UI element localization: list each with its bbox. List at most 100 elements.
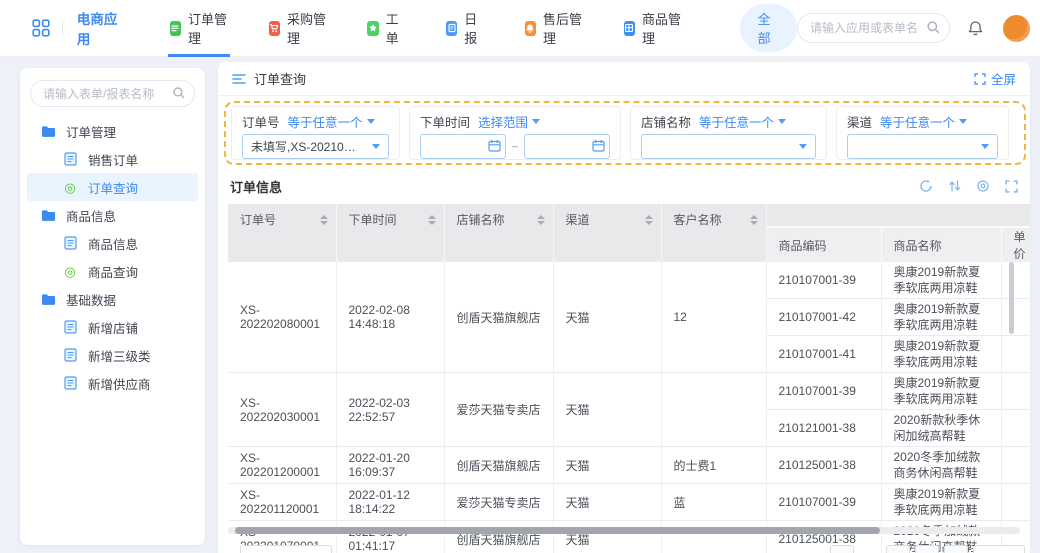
sidebar-item-goods-query[interactable]: ◎ 商品查询 bbox=[20, 257, 205, 285]
tab-work-order[interactable]: 工单 bbox=[365, 0, 407, 57]
aftersale-tab-icon bbox=[525, 21, 536, 36]
menu-lines-icon[interactable] bbox=[232, 73, 246, 85]
column-header-product-code[interactable]: 商品编码 bbox=[766, 227, 881, 262]
filter-zone: 订单号 等于任意一个 未填写,XS-20210107000... 下单时间 选择… bbox=[224, 101, 1026, 165]
notification-bell-icon[interactable] bbox=[967, 20, 984, 37]
sidebar-search bbox=[30, 80, 195, 107]
column-header-unit-price[interactable]: 单价 bbox=[1001, 227, 1030, 262]
order-table: 订单号 下单时间 店铺名称 渠道 客户名称 商品编码 商品名称 bbox=[228, 204, 1030, 553]
column-header-customer[interactable]: 客户名称 bbox=[661, 204, 766, 262]
search-icon[interactable] bbox=[172, 86, 186, 105]
sidebar-item-new-store[interactable]: 新增店铺 bbox=[20, 313, 205, 341]
sort-toggle-icon[interactable] bbox=[750, 215, 758, 225]
channel-select[interactable] bbox=[847, 134, 998, 159]
filter-channel: 渠道 等于任意一个 bbox=[836, 106, 1009, 160]
sidebar-item-new-category[interactable]: 新增三级类 bbox=[20, 341, 205, 369]
main-panel: 订单查询 全屏 订单号 等于任意一个 未填写,XS-20210107000... bbox=[218, 62, 1030, 553]
sort-icon[interactable] bbox=[948, 179, 961, 193]
fullscreen-button[interactable]: 全屏 bbox=[974, 69, 1016, 88]
page-size-select[interactable] bbox=[240, 545, 332, 553]
sort-toggle-icon[interactable] bbox=[645, 215, 653, 225]
query-icon: ◎ bbox=[62, 181, 78, 194]
sidebar-item-order-query[interactable]: ◎ 订单查询 bbox=[27, 173, 198, 201]
sidebar-item-sales-order[interactable]: 销售订单 bbox=[20, 145, 205, 173]
sort-toggle-icon[interactable] bbox=[320, 215, 328, 225]
chevron-down-icon bbox=[778, 119, 786, 124]
sidebar-item-new-supplier[interactable]: 新增供应商 bbox=[20, 369, 205, 397]
table-toolbar: 订单信息 bbox=[230, 174, 1018, 198]
chevron-down-icon bbox=[532, 119, 540, 124]
column-header-channel[interactable]: 渠道 bbox=[553, 204, 661, 262]
calendar-icon[interactable] bbox=[592, 139, 605, 157]
user-avatar[interactable] bbox=[1003, 15, 1030, 42]
date-start-field bbox=[420, 134, 506, 159]
table-row[interactable]: XS-202202080001 2022-02-08 14:48:18 创盾天猫… bbox=[228, 262, 1030, 299]
pagination-button[interactable] bbox=[944, 545, 968, 553]
chevron-down-icon bbox=[367, 119, 375, 124]
chevron-down-icon bbox=[981, 144, 989, 149]
store-name-select[interactable] bbox=[641, 134, 816, 159]
operator-dropdown[interactable]: 等于任意一个 bbox=[699, 112, 786, 131]
folder-icon bbox=[40, 293, 56, 306]
filter-store-name: 店铺名称 等于任意一个 bbox=[630, 106, 827, 160]
workspace-title[interactable]: 电商应用 bbox=[77, 8, 124, 48]
app-grid-icon[interactable] bbox=[32, 19, 50, 37]
tab-daily-report[interactable]: 日报 bbox=[444, 0, 486, 57]
table-row[interactable]: XS-202202030001 2022-02-03 22:52:57 爱莎天猫… bbox=[228, 373, 1030, 410]
form-icon bbox=[62, 348, 78, 362]
sidebar-item-order-management-folder[interactable]: 订单管理 bbox=[20, 117, 205, 145]
refresh-icon[interactable] bbox=[919, 179, 933, 193]
divider bbox=[62, 21, 63, 35]
chevron-down-icon bbox=[799, 144, 807, 149]
horizontal-scrollbar-thumb[interactable] bbox=[235, 527, 880, 534]
calendar-icon[interactable] bbox=[488, 139, 501, 157]
pagination-jump-field[interactable] bbox=[973, 545, 1025, 553]
date-end-field bbox=[524, 134, 610, 159]
chevron-down-icon bbox=[372, 144, 380, 149]
query-icon: ◎ bbox=[62, 265, 78, 278]
folder-icon bbox=[40, 209, 56, 222]
all-apps-button[interactable]: 全部 bbox=[740, 4, 797, 52]
pagination-button[interactable] bbox=[886, 545, 910, 553]
sidebar-item-base-data-folder[interactable]: 基础数据 bbox=[20, 285, 205, 313]
form-icon bbox=[62, 236, 78, 250]
sidebar-item-goods-info-folder[interactable]: 商品信息 bbox=[20, 201, 205, 229]
search-icon[interactable] bbox=[926, 20, 941, 40]
pagination-button[interactable] bbox=[915, 545, 939, 553]
filter-order-time: 下单时间 选择范围 ~ bbox=[409, 106, 621, 160]
table-row[interactable]: XS-202201200001 2022-01-20 16:09:37 创盾天猫… bbox=[228, 447, 1030, 484]
horizontal-scrollbar-track[interactable] bbox=[228, 527, 1020, 534]
tab-aftersale-management[interactable]: 售后管理 bbox=[523, 0, 585, 57]
operator-dropdown[interactable]: 等于任意一个 bbox=[880, 112, 967, 131]
sidebar-search-input[interactable] bbox=[30, 80, 195, 107]
column-header-product-name[interactable]: 商品名称 bbox=[881, 227, 1001, 262]
table-title: 订单信息 bbox=[230, 177, 282, 196]
page-title: 订单查询 bbox=[254, 69, 306, 88]
operator-dropdown[interactable]: 等于任意一个 bbox=[288, 112, 375, 131]
product-group-header bbox=[766, 204, 1030, 227]
column-header-order-no[interactable]: 订单号 bbox=[228, 204, 336, 262]
form-icon bbox=[62, 376, 78, 390]
order-no-select[interactable]: 未填写,XS-20210107000... bbox=[242, 134, 389, 159]
fullscreen-icon[interactable] bbox=[1005, 180, 1018, 193]
fullscreen-icon bbox=[974, 73, 986, 85]
app-window: 电商应用 订单管理 采购管理 工单 bbox=[0, 0, 1040, 553]
vertical-scrollbar[interactable] bbox=[1009, 262, 1014, 334]
column-header-order-time[interactable]: 下单时间 bbox=[336, 204, 444, 262]
visibility-icon[interactable] bbox=[976, 179, 990, 193]
tab-goods-management[interactable]: 商品管理 bbox=[622, 0, 684, 57]
tab-purchase-management[interactable]: 采购管理 bbox=[267, 0, 329, 57]
app-tabs: 订单管理 采购管理 工单 日报 bbox=[168, 0, 721, 57]
sidebar-item-goods-info[interactable]: 商品信息 bbox=[20, 229, 205, 257]
sort-toggle-icon[interactable] bbox=[537, 215, 545, 225]
table-row[interactable]: XS-202201120001 2022-01-12 18:14:22 爱莎天猫… bbox=[228, 484, 1030, 521]
form-icon bbox=[62, 320, 78, 334]
sort-toggle-icon[interactable] bbox=[428, 215, 436, 225]
goods-tab-icon bbox=[624, 21, 635, 36]
topbar-right-group bbox=[797, 13, 1040, 43]
top-navigation-bar: 电商应用 订单管理 采购管理 工单 bbox=[0, 0, 1040, 57]
operator-dropdown[interactable]: 选择范围 bbox=[478, 112, 540, 131]
pagination-button[interactable] bbox=[830, 545, 854, 553]
tab-order-management[interactable]: 订单管理 bbox=[168, 0, 230, 57]
column-header-store[interactable]: 店铺名称 bbox=[444, 204, 553, 262]
